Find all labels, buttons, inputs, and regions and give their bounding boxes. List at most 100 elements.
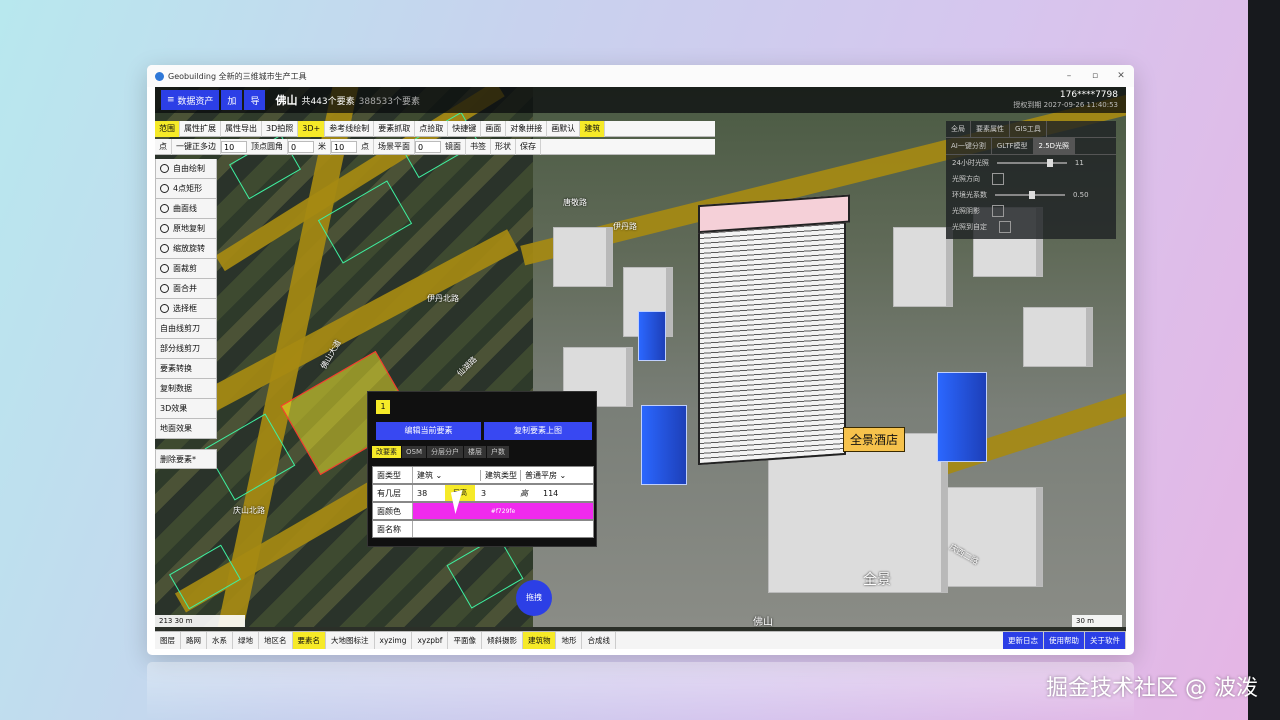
layer-toggle[interactable]: xyzimg [375, 632, 413, 649]
data-assets-button[interactable]: ≡ 数据资产 [161, 90, 220, 110]
shadow-checkbox[interactable] [992, 205, 1004, 217]
color-swatch[interactable]: #f729fe [413, 503, 593, 519]
scene-plane-tool[interactable]: 场景平面 [374, 139, 415, 155]
layer-toggle[interactable]: 建筑物 [522, 632, 557, 649]
tool-button[interactable]: 缩放旋转 [155, 239, 217, 259]
tool-button[interactable]: 地面效果 [155, 419, 217, 439]
popup-tab[interactable]: 楼层 [464, 446, 486, 458]
unit-meter: 米 [314, 139, 331, 155]
toolbar-item[interactable]: 建筑 [580, 121, 606, 137]
type-select[interactable]: 建筑 ⌄ [413, 469, 481, 481]
highrise-tower[interactable] [698, 216, 846, 466]
minimize-button[interactable]: – [1056, 71, 1082, 81]
vertex-round-tool[interactable]: 顶点圆角 [247, 139, 288, 155]
maximize-button[interactable]: ▫ [1082, 71, 1108, 81]
toolbar-item[interactable]: 要素抓取 [374, 121, 416, 137]
hotel-poi-label[interactable]: 全景酒店 [843, 427, 906, 452]
drag-button[interactable]: 拖拽 [516, 580, 552, 616]
layer-toggle[interactable]: 要素名 [292, 632, 326, 649]
app-canvas[interactable]: 佛山大道 伊丹北路 仙湖路 庆山北路 唐敬路 伊丹路 全景 佛山 庆西二路 ≡ … [155, 87, 1126, 649]
import-button[interactable]: 导 [244, 90, 266, 110]
layer-toggle[interactable]: xyzpbf [412, 632, 449, 649]
popup-tab[interactable]: 分层分户 [427, 446, 463, 458]
height-input[interactable]: 114 [537, 489, 593, 498]
tool-button[interactable]: 面合并 [155, 279, 217, 299]
app-logo-icon [155, 71, 164, 81]
scene-plane-input[interactable] [415, 141, 441, 153]
close-button[interactable]: ✕ [1108, 71, 1134, 81]
layer-toggle[interactable]: 路网 [181, 632, 207, 649]
toolbar-item[interactable]: 范围 [155, 121, 180, 137]
layer-toggle[interactable]: 水系 [207, 632, 233, 649]
bookmark-button[interactable]: 书签 [466, 139, 491, 155]
panel-tab[interactable]: 全局 [946, 121, 971, 137]
tool-label: 复制数据 [160, 384, 192, 393]
tool-button[interactable]: 自由绘制 [155, 159, 217, 179]
floors-input[interactable]: 38 [413, 489, 445, 498]
tool-label: 4点矩形 [173, 184, 203, 193]
edit-feature-button[interactable]: 编辑当前要素 [376, 422, 481, 440]
mirror-button[interactable]: 镜面 [441, 139, 466, 155]
layer-toggle[interactable]: 地形 [556, 632, 583, 649]
layer-toggle[interactable]: 地区名 [259, 632, 293, 649]
tool-button[interactable]: 4点矩形 [155, 179, 217, 199]
save-button[interactable]: 保存 [516, 139, 541, 155]
tool-button[interactable]: 面裁剪 [155, 259, 217, 279]
custom-light-checkbox[interactable] [999, 221, 1011, 233]
tool-button[interactable]: 3D效果 [155, 399, 217, 419]
delete-feature-button[interactable]: 删除要素* [155, 449, 217, 469]
layer-toggle[interactable]: 倾斜摄影 [482, 632, 523, 649]
points-input[interactable] [331, 141, 357, 153]
floor-height-input[interactable]: 3 [475, 489, 511, 498]
panel-tab[interactable]: 2.5D光照 [1033, 138, 1076, 154]
tool-label: 选择框 [173, 304, 197, 313]
layer-toggle[interactable]: 绿地 [233, 632, 259, 649]
panel-tab[interactable]: 要素属性 [971, 121, 1010, 137]
vertex-radius-input[interactable] [288, 141, 314, 153]
layer-toggle[interactable]: 平面像 [448, 632, 482, 649]
panel-tab[interactable]: AI一键分割 [946, 138, 992, 154]
layer-toggle[interactable]: 大地图标注 [326, 632, 375, 649]
toolbar-item[interactable]: 快捷键 [448, 121, 482, 137]
light-direction-label: 光照方向 [952, 175, 980, 183]
popup-tab[interactable]: 改要素 [372, 446, 401, 458]
regular-polygon-tool[interactable]: 一键正多边 [172, 139, 221, 155]
toolbar-item[interactable]: 点拾取 [415, 121, 449, 137]
tool-button[interactable]: 曲面线 [155, 199, 217, 219]
popup-tab[interactable]: 户数 [487, 446, 509, 458]
tool-button[interactable]: 原地复制 [155, 219, 217, 239]
popup-tab[interactable]: OSM [402, 446, 426, 458]
tool-icon [160, 224, 169, 233]
toolbar-item[interactable]: 属性导出 [221, 121, 262, 137]
tool-button[interactable]: 自由线剪刀 [155, 319, 217, 339]
tool-button[interactable]: 要素转换 [155, 359, 217, 379]
copy-feature-button[interactable]: 复制要素上图 [484, 422, 592, 440]
tool-button[interactable]: 复制数据 [155, 379, 217, 399]
toolbar-item[interactable]: 参考线绘制 [325, 121, 375, 137]
floors-label: 有几层 [373, 485, 413, 501]
panel-tab[interactable]: GIS工具 [1010, 121, 1047, 137]
toolbar-item[interactable]: 3D+ [298, 121, 326, 137]
build-type-select[interactable]: 普通平房 ⌄ [521, 470, 593, 481]
panel-tab[interactable]: GLTF模型 [992, 138, 1034, 154]
help-link[interactable]: 关于软件 [1085, 632, 1126, 649]
layer-toggle[interactable]: 合成线 [582, 632, 616, 649]
toolbar-item[interactable]: 属性扩展 [180, 121, 221, 137]
help-link[interactable]: 更新日志 [1003, 632, 1044, 649]
toolbar-item[interactable]: 画面 [481, 121, 507, 137]
layer-toggle[interactable]: 图层 [155, 632, 181, 649]
add-button[interactable]: 加 [221, 90, 243, 110]
tool-button[interactable]: 部分线剪刀 [155, 339, 217, 359]
ambient-slider[interactable] [995, 191, 1065, 199]
light-direction-checkbox[interactable] [992, 173, 1004, 185]
toolbar-item[interactable]: 对象拼接 [506, 121, 548, 137]
toolbar-item[interactable]: 画默认 [547, 121, 581, 137]
toolbar-item[interactable]: 3D拍照 [262, 121, 299, 137]
point-tool[interactable]: 点 [155, 139, 172, 155]
help-link[interactable]: 使用帮助 [1044, 632, 1085, 649]
lighting-24h-slider[interactable] [996, 159, 1067, 167]
tool-button[interactable]: 选择框 [155, 299, 217, 319]
shape-button[interactable]: 形状 [491, 139, 516, 155]
user-info[interactable]: 176****7798 授权到期 2027-09-26 11:40:53 [1013, 90, 1118, 110]
polygon-sides-input[interactable] [221, 141, 247, 153]
